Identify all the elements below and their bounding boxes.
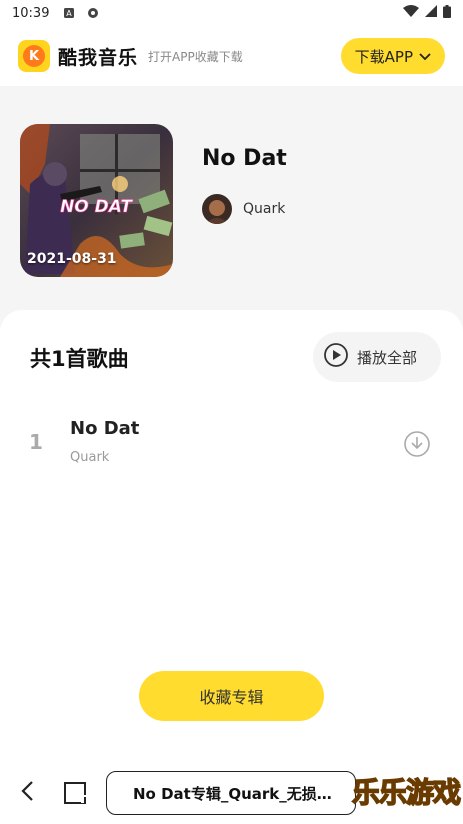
song-count: 共1首歌曲 [30, 347, 129, 371]
signal-icon [425, 5, 437, 21]
download-app-label: 下载APP [354, 47, 413, 66]
artist-name: Quark [243, 201, 286, 217]
song-row[interactable]: 1 No Dat Quark [0, 410, 463, 472]
wifi-icon [403, 5, 419, 21]
notification-circle-icon [87, 7, 99, 19]
album-info: NO DAT 2021-08-31 No Dat Quark [0, 86, 463, 318]
play-all-label: 播放全部 [357, 348, 418, 367]
song-title: No Dat [70, 418, 140, 439]
notification-a-icon: A [63, 7, 75, 19]
back-arrow-icon[interactable] [16, 779, 40, 803]
app-header: K 酷我音乐 打开APP收藏下载 下载APP [0, 26, 463, 86]
battery-icon [443, 4, 451, 22]
album-title: No Dat [202, 146, 287, 171]
song-artist: Quark [70, 450, 110, 465]
artist-avatar [202, 194, 232, 224]
chevron-down-icon [419, 47, 431, 65]
watermark-logo: 乐乐游戏 [351, 775, 462, 810]
artist-row[interactable]: Quark [202, 194, 285, 224]
browser-bottom-bar: No Dat专辑_Quark_无损… 乐乐游戏 [0, 755, 463, 824]
tabs-icon[interactable] [62, 779, 90, 807]
download-app-button[interactable]: 下载APP [340, 38, 445, 74]
address-bar[interactable]: No Dat专辑_Quark_无损… [106, 771, 356, 815]
album-cover-image: NO DAT 2021-08-31 [20, 124, 173, 277]
app-tagline: 打开APP收藏下载 [148, 49, 243, 64]
play-all-button[interactable]: 播放全部 [313, 332, 441, 382]
svg-text:A: A [67, 9, 73, 18]
svg-text:NO DAT: NO DAT [60, 197, 133, 217]
page-title-text: No Dat专辑_Quark_无损… [133, 784, 332, 803]
play-circle-icon [323, 342, 349, 372]
album-release-date: 2021-08-31 [27, 251, 117, 267]
collect-album-button[interactable]: 收藏专辑 [139, 671, 324, 721]
song-index: 1 [29, 430, 43, 454]
app-name: 酷我音乐 [58, 46, 139, 69]
kuwo-logo-icon: K [18, 40, 50, 72]
status-time: 10:39 [12, 5, 50, 21]
status-bar: 10:39 A [0, 0, 463, 26]
download-icon[interactable] [403, 430, 431, 458]
song-list-panel: 共1首歌曲 播放全部 1 No Dat Quark 收藏专辑 [0, 310, 463, 755]
